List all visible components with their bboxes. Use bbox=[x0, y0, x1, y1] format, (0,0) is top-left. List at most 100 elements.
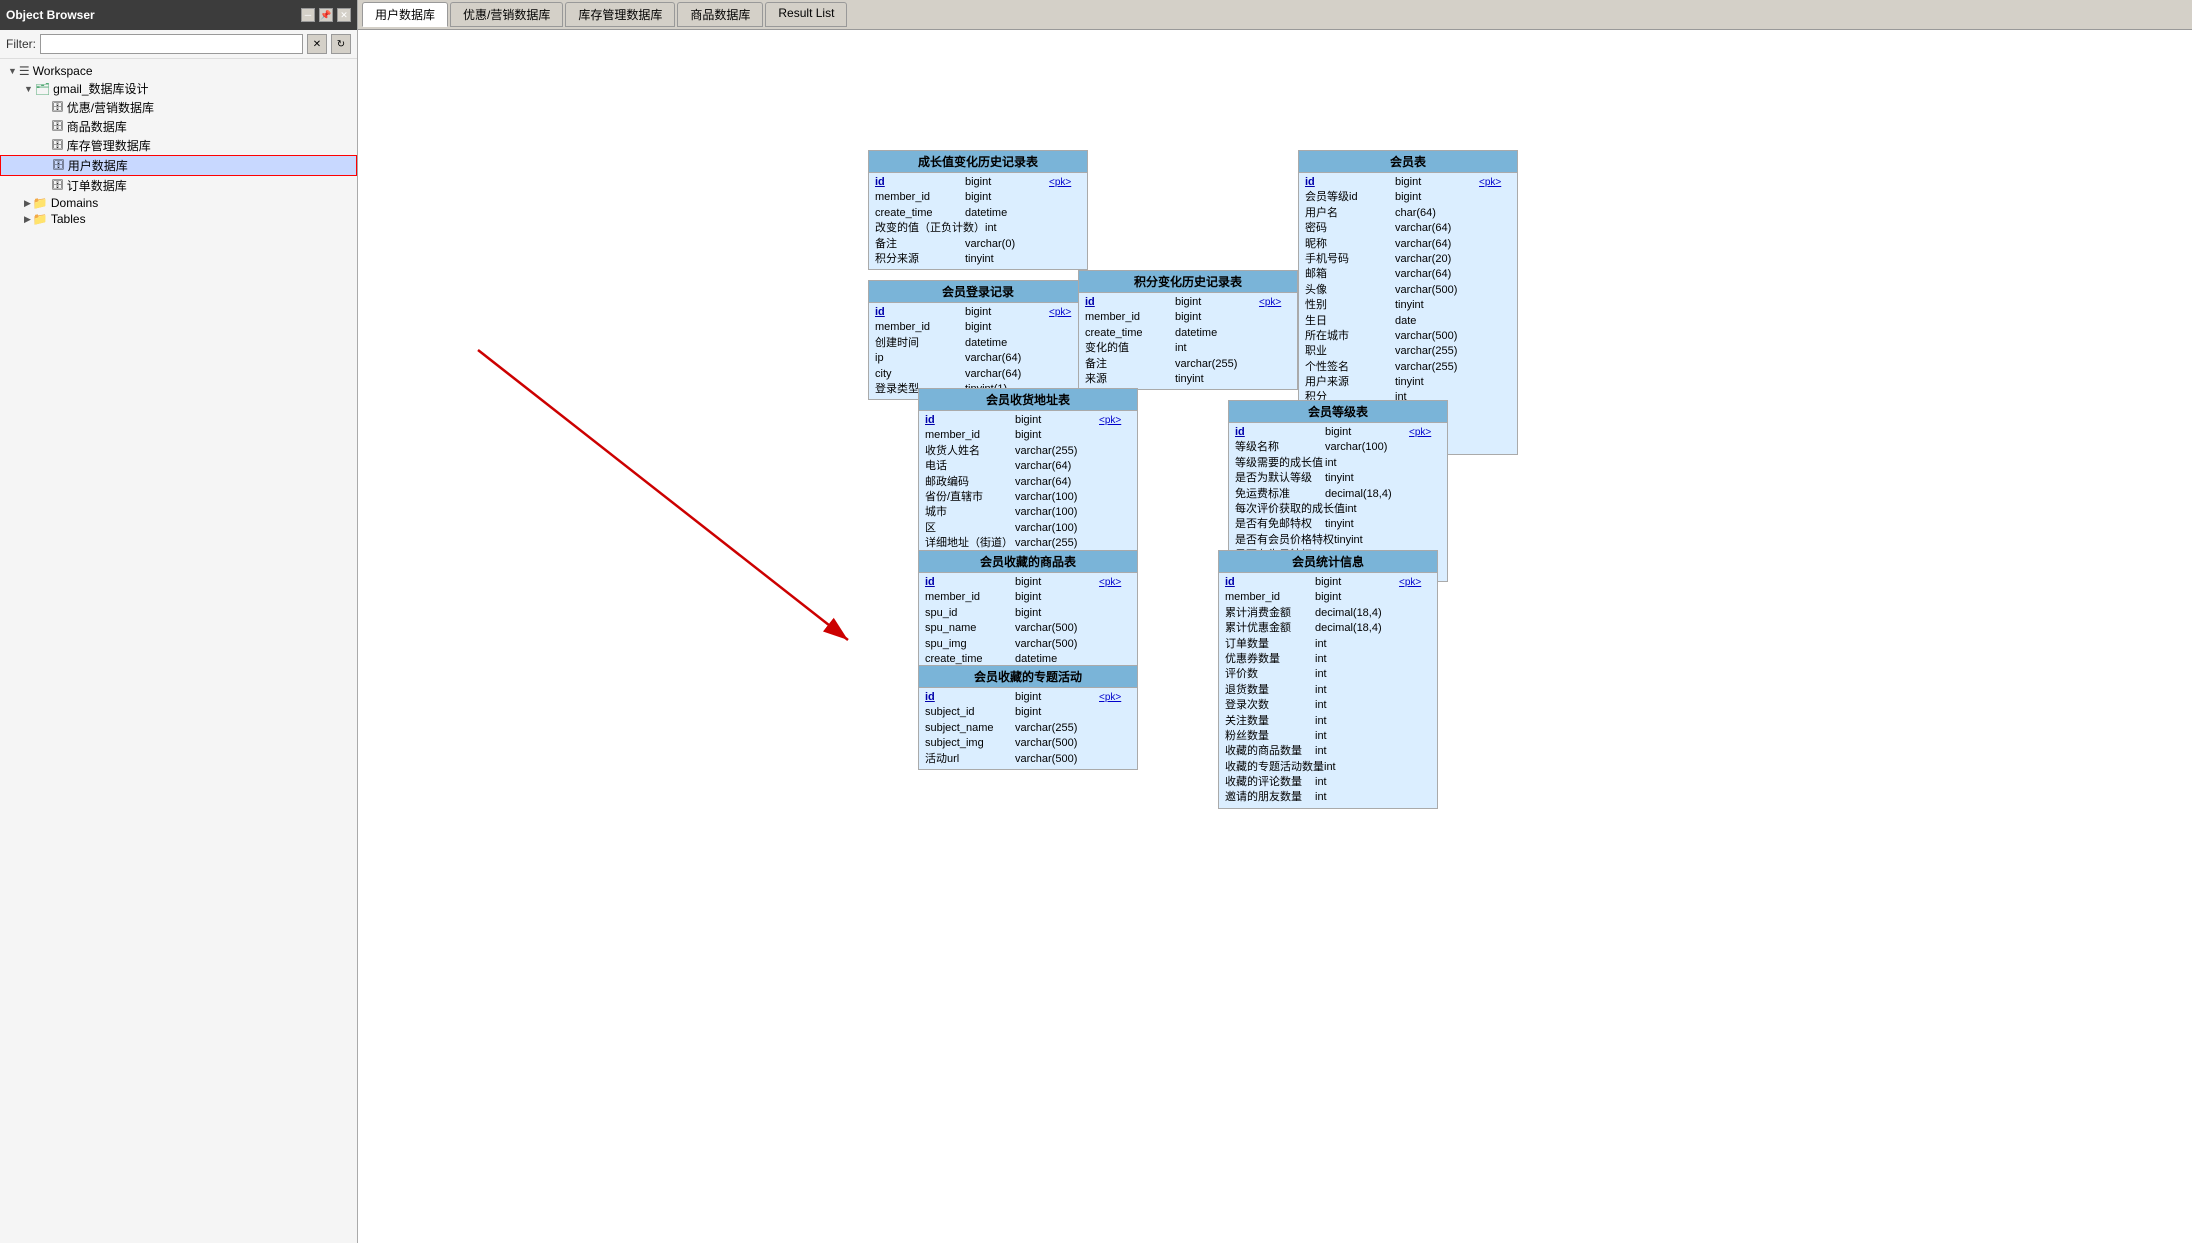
col-name: id bbox=[1225, 575, 1315, 590]
sidebar-minimize-btn[interactable]: ─ bbox=[301, 8, 315, 22]
main-canvas[interactable]: 成长值变化历史记录表idbigint<pk>member_idbigintcre… bbox=[358, 30, 2192, 1243]
table-row: member_idbigint bbox=[1083, 310, 1293, 325]
col-name: 退货数量 bbox=[1225, 683, 1315, 698]
sidebar-pin-btn[interactable]: 📌 bbox=[319, 8, 333, 22]
col-type: int bbox=[1315, 790, 1395, 805]
col-name: 城市 bbox=[925, 505, 1015, 520]
table-row: 备注varchar(255) bbox=[1083, 357, 1293, 372]
tree-item-订单数据库[interactable]: 🗄订单数据库 bbox=[0, 176, 357, 195]
table-chenghchang_biao[interactable]: 成长值变化历史记录表idbigint<pk>member_idbigintcre… bbox=[868, 150, 1088, 270]
tab-商品数据库[interactable]: 商品数据库 bbox=[677, 2, 763, 27]
filter-clear-btn[interactable]: ✕ bbox=[307, 34, 327, 54]
col-type: varchar(255) bbox=[1395, 360, 1475, 375]
table-row: create_timedatetime bbox=[1083, 326, 1293, 341]
table-body-jifen_bianhua: idbigint<pk>member_idbigintcreate_timeda… bbox=[1079, 293, 1297, 389]
col-type: int bbox=[1324, 760, 1404, 775]
table-row: 每次评价获取的成长值int bbox=[1233, 502, 1443, 517]
col-name: create_time bbox=[1085, 326, 1175, 341]
table-denglu_jilu[interactable]: 会员登录记录idbigint<pk>member_idbigint创建时间dat… bbox=[868, 280, 1088, 400]
col-name: 是否为默认等级 bbox=[1235, 471, 1325, 486]
col-type: varchar(255) bbox=[1395, 344, 1475, 359]
col-type: varchar(64) bbox=[1015, 475, 1095, 490]
table-header-jifen_bianhua: 积分变化历史记录表 bbox=[1079, 271, 1297, 293]
col-type: int bbox=[1315, 667, 1395, 682]
tree-item-Workspace[interactable]: ▼☰Workspace bbox=[0, 63, 357, 79]
tree-item-商品数据库[interactable]: 🗄商品数据库 bbox=[0, 117, 357, 136]
tab-库存管理数据库[interactable]: 库存管理数据库 bbox=[565, 2, 675, 27]
table-row: idbigint<pk> bbox=[873, 175, 1083, 190]
col-type: bigint bbox=[965, 320, 1045, 335]
col-name: id bbox=[875, 305, 965, 320]
col-name: 等级需要的成长值 bbox=[1235, 456, 1325, 471]
col-type: decimal(18,4) bbox=[1325, 487, 1405, 502]
tab-优惠/营销数据库[interactable]: 优惠/营销数据库 bbox=[450, 2, 563, 27]
col-name: member_id bbox=[875, 320, 965, 335]
table-row: 创建时间datetime bbox=[873, 336, 1083, 351]
col-type: varchar(500) bbox=[1015, 736, 1095, 751]
tree-item-Tables[interactable]: ▶📁Tables bbox=[0, 211, 357, 227]
col-name: subject_id bbox=[925, 705, 1015, 720]
table-zhuanti_huodong[interactable]: 会员收藏的专题活动idbigint<pk>subject_idbigintsub… bbox=[918, 665, 1138, 770]
tree-item-Domains[interactable]: ▶📁Domains bbox=[0, 195, 357, 211]
tree-item-优惠/营销数据库[interactable]: 🗄优惠/营销数据库 bbox=[0, 98, 357, 117]
col-type: bigint bbox=[1015, 606, 1095, 621]
sidebar-close-btn[interactable]: ✕ bbox=[337, 8, 351, 22]
tree-item-gmail_数据库设计[interactable]: ▼🗂gmail_数据库设计 bbox=[0, 79, 357, 98]
table-row: 等级需要的成长值int bbox=[1233, 456, 1443, 471]
table-header-zhuanti_huodong: 会员收藏的专题活动 bbox=[919, 666, 1137, 688]
table-row: 收藏的商品数量int bbox=[1223, 744, 1433, 759]
tree-item-库存管理数据库[interactable]: 🗄库存管理数据库 bbox=[0, 136, 357, 155]
col-name: id bbox=[1235, 425, 1325, 440]
col-pk-badge: <pk> bbox=[1479, 176, 1501, 190]
col-type: varchar(500) bbox=[1395, 329, 1475, 344]
col-name: id bbox=[1085, 295, 1175, 310]
table-row: idbigint<pk> bbox=[923, 413, 1133, 428]
col-name: subject_img bbox=[925, 736, 1015, 751]
col-name: 昵称 bbox=[1305, 237, 1395, 252]
table-row: subject_idbigint bbox=[923, 705, 1133, 720]
table-row: idbigint<pk> bbox=[873, 305, 1083, 320]
col-pk-badge: <pk> bbox=[1099, 414, 1121, 428]
col-name: 邀请的朋友数量 bbox=[1225, 790, 1315, 805]
col-type: bigint bbox=[1315, 575, 1395, 590]
table-header-dengji_biao: 会员等级表 bbox=[1229, 401, 1447, 423]
col-name: member_id bbox=[1225, 590, 1315, 605]
table-row: 生日date bbox=[1303, 314, 1513, 329]
col-type: int bbox=[985, 221, 1065, 236]
table-tongji_xinxi[interactable]: 会员统计信息idbigint<pk>member_idbigint累计消费金额d… bbox=[1218, 550, 1438, 809]
filter-refresh-btn[interactable]: ↻ bbox=[331, 34, 351, 54]
table-row: 昵称varchar(64) bbox=[1303, 237, 1513, 252]
table-row: spu_namevarchar(500) bbox=[923, 621, 1133, 636]
table-row: 密码varchar(64) bbox=[1303, 221, 1513, 236]
filter-input[interactable] bbox=[40, 34, 303, 54]
col-name: ip bbox=[875, 351, 965, 366]
col-type: varchar(100) bbox=[1325, 440, 1405, 455]
col-type: bigint bbox=[1175, 295, 1255, 310]
tab-用户数据库[interactable]: 用户数据库 bbox=[362, 2, 448, 27]
col-type: bigint bbox=[1395, 175, 1475, 190]
col-name: 用户名 bbox=[1305, 206, 1395, 221]
tree-item-用户数据库[interactable]: 🗄用户数据库 bbox=[0, 155, 357, 176]
col-type: bigint bbox=[1015, 590, 1095, 605]
table-shoucang_shangpin[interactable]: 会员收藏的商品表idbigint<pk>member_idbigintspu_i… bbox=[918, 550, 1138, 670]
table-body-zhuanti_huodong: idbigint<pk>subject_idbigintsubject_name… bbox=[919, 688, 1137, 769]
col-name: city bbox=[875, 367, 965, 382]
table-row: 收货人姓名varchar(255) bbox=[923, 444, 1133, 459]
table-header-huiyuan_biao: 会员表 bbox=[1299, 151, 1517, 173]
tab-Result List[interactable]: Result List bbox=[765, 2, 847, 27]
col-type: int bbox=[1315, 729, 1395, 744]
table-row: 头像varchar(500) bbox=[1303, 283, 1513, 298]
table-row: 退货数量int bbox=[1223, 683, 1433, 698]
col-type: varchar(64) bbox=[1395, 267, 1475, 282]
col-name: 收藏的评论数量 bbox=[1225, 775, 1315, 790]
col-type: varchar(100) bbox=[1015, 490, 1095, 505]
table-header-chenghchang_biao: 成长值变化历史记录表 bbox=[869, 151, 1087, 173]
table-row: idbigint<pk> bbox=[1083, 295, 1293, 310]
table-row: 优惠券数量int bbox=[1223, 652, 1433, 667]
col-name: spu_name bbox=[925, 621, 1015, 636]
table-row: idbigint<pk> bbox=[1303, 175, 1513, 190]
col-type: char(64) bbox=[1395, 206, 1475, 221]
table-row: 用户名char(64) bbox=[1303, 206, 1513, 221]
table-jifen_bianhua[interactable]: 积分变化历史记录表idbigint<pk>member_idbigintcrea… bbox=[1078, 270, 1298, 390]
col-type: tinyint bbox=[1175, 372, 1255, 387]
